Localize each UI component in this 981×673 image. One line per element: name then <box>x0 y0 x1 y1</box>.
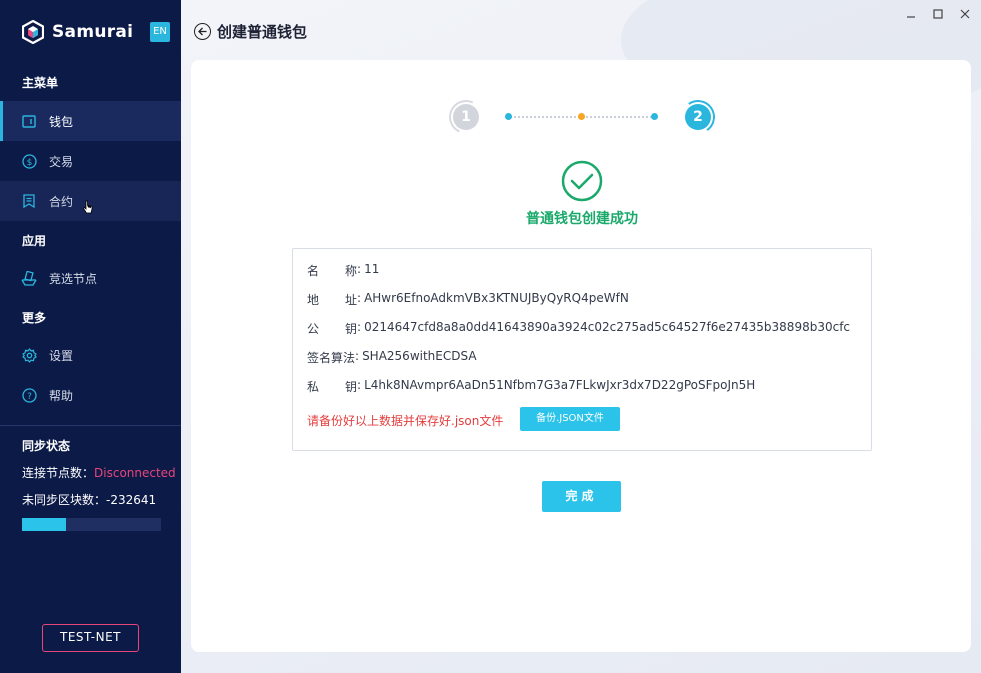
help-icon: ? <box>21 387 37 403</box>
success-check-icon <box>561 160 603 202</box>
info-row-address: 地址: AHwr6EfnoAdkmVBx3KTNUJByQyRQ4peWfN <box>307 291 629 307</box>
minimize-icon[interactable] <box>904 7 917 20</box>
mouse-pointer-icon <box>82 200 93 214</box>
svg-text:?: ? <box>27 392 32 402</box>
sidebar-item-label: 设置 <box>49 348 74 363</box>
network-button[interactable]: TEST-NET <box>42 624 139 652</box>
step-2-indicator: 2 <box>678 97 718 137</box>
sidebar-item-help[interactable]: ? 帮助 <box>0 375 181 415</box>
sidebar-divider <box>0 425 181 426</box>
private-key-value: L4hk8NAvmpr6AaDn51Nfbm7G3a7FLkwJxr3dx7D2… <box>364 378 756 392</box>
info-label-b: 钥 <box>345 322 358 336</box>
gear-icon <box>21 347 37 363</box>
backup-json-button[interactable]: 备份.JSON文件 <box>520 407 620 431</box>
sidebar-item-label: 钱包 <box>49 114 74 129</box>
unsynced-blocks-value: -232641 <box>106 493 157 507</box>
step-number: 1 <box>453 104 479 130</box>
wallet-icon <box>21 113 37 129</box>
info-label-a: 签名算法 <box>307 351 356 365</box>
svg-text:$: $ <box>26 158 32 168</box>
maximize-icon[interactable] <box>931 7 944 20</box>
connected-nodes-line: 连接节点数：Disconnected <box>22 464 176 481</box>
brand-name: Samurai <box>52 22 134 42</box>
connected-nodes-label: 连接节点数： <box>22 466 95 480</box>
wallet-info-box: 名称: 11 地址: AHwr6EfnoAdkmVBx3KTNUJByQyRQ4… <box>292 248 872 451</box>
backup-warning: 请备份好以上数据并保存好.json文件 <box>307 414 504 428</box>
sync-progress-fill <box>22 518 67 531</box>
info-row-private-key: 私钥: L4hk8NAvmpr6AaDn51Nfbm7G3a7FLkwJxr3d… <box>307 378 756 394</box>
page-title: 创建普通钱包 <box>217 23 308 41</box>
sidebar: Samurai EN 主菜单 钱包 $ 交易 合约 应用 竞选节点 更多 设置 <box>0 0 181 673</box>
brand: Samurai <box>22 20 133 44</box>
info-label-a: 地 <box>307 293 320 307</box>
step-dot-middle <box>578 113 585 120</box>
sync-status-title: 同步状态 <box>22 439 71 453</box>
info-row-algorithm: 签名算法: SHA256withECDSA <box>307 349 477 365</box>
vote-node-icon <box>21 270 37 286</box>
section-main-menu: 主菜单 <box>22 76 59 90</box>
sidebar-item-label: 帮助 <box>49 388 74 403</box>
section-more: 更多 <box>22 311 47 325</box>
info-label-b: 址 <box>345 293 358 307</box>
unsynced-blocks-label: 未同步区块数： <box>22 493 107 507</box>
sidebar-item-wallet[interactable]: 钱包 <box>0 101 181 141</box>
page-header: 创建普通钱包 <box>194 21 307 42</box>
finish-button[interactable]: 完成 <box>542 481 621 512</box>
sidebar-item-vote-node[interactable]: 竞选节点 <box>0 258 181 298</box>
info-label-b: 钥 <box>345 380 358 394</box>
info-label-a: 私 <box>307 380 320 394</box>
info-label-a: 公 <box>307 322 320 336</box>
wallet-address-value: AHwr6EfnoAdkmVBx3KTNUJByQyRQ4peWfN <box>364 291 629 305</box>
language-toggle[interactable]: EN <box>150 22 170 42</box>
section-apps: 应用 <box>22 234 47 248</box>
sidebar-item-label: 合约 <box>49 194 74 209</box>
back-arrow-icon[interactable] <box>194 23 211 40</box>
success-message: 普通钱包创建成功 <box>526 211 638 227</box>
info-label-b: 称 <box>345 264 358 278</box>
connected-nodes-value: Disconnected <box>94 466 176 480</box>
step-dot-end <box>651 113 658 120</box>
algorithm-value: SHA256withECDSA <box>362 349 477 363</box>
sync-progress-bar <box>22 518 161 531</box>
info-row-public-key: 公钥: 0214647cfd8a8a0dd41643890a3924c02c27… <box>307 320 851 336</box>
info-label-a: 名 <box>307 264 320 278</box>
contract-icon <box>21 193 37 209</box>
samurai-logo-icon <box>22 20 44 44</box>
step-number: 2 <box>685 104 711 130</box>
step-1-indicator: 1 <box>444 95 488 139</box>
sidebar-item-label: 竞选节点 <box>49 271 98 286</box>
info-row-name: 名称: 11 <box>307 262 380 278</box>
window-controls <box>904 7 971 20</box>
dollar-circle-icon: $ <box>21 153 37 169</box>
unsynced-blocks-line: 未同步区块数：-232641 <box>22 491 156 508</box>
sidebar-item-transactions[interactable]: $ 交易 <box>0 141 181 181</box>
public-key-value: 0214647cfd8a8a0dd41643890a3924c02c275ad5… <box>364 320 851 334</box>
sidebar-item-label: 交易 <box>49 154 74 169</box>
sidebar-item-settings[interactable]: 设置 <box>0 335 181 375</box>
step-dot-start <box>505 113 512 120</box>
close-icon[interactable] <box>958 7 971 20</box>
wallet-name-value: 11 <box>364 262 380 276</box>
